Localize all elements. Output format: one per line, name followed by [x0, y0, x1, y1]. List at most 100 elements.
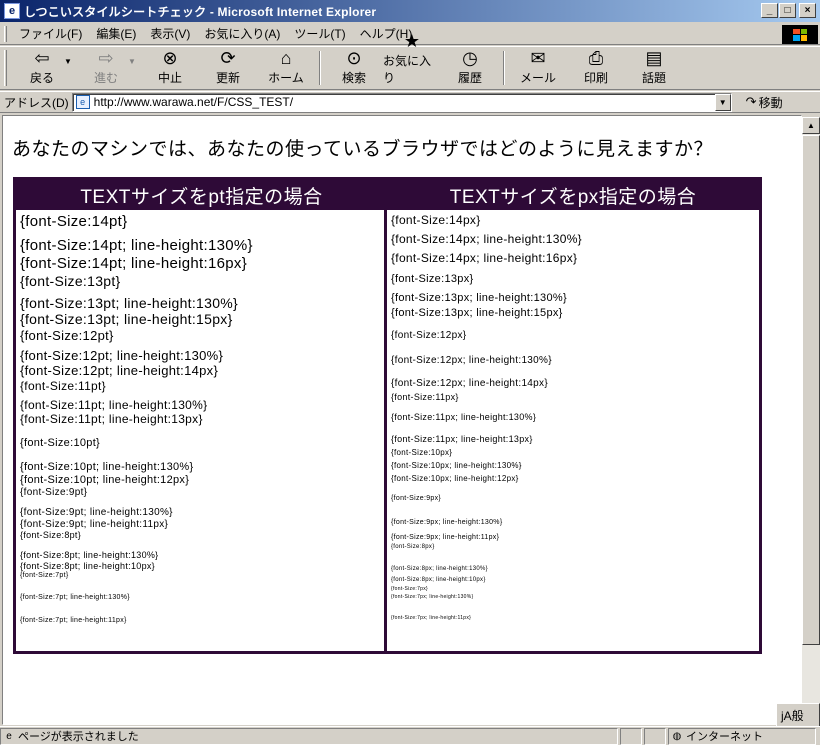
- address-dropdown-icon[interactable]: ▼: [714, 93, 731, 111]
- vertical-scrollbar[interactable]: ▲: [802, 117, 820, 725]
- css-sample-line: {font-Size:10pt; line-height:130%}: [20, 461, 194, 473]
- mail-button[interactable]: ✉ メール: [509, 48, 567, 88]
- css-sample-line: {font-Size:7pt; line-height:130%}: [20, 594, 130, 601]
- css-sample-line: {font-Size:14px; line-height:16px}: [391, 251, 578, 265]
- address-url[interactable]: http://www.warawa.net/F/CSS_TEST/: [94, 95, 293, 109]
- address-label: アドレス(D): [4, 95, 69, 110]
- back-button[interactable]: ⇦ 戻る: [13, 48, 71, 88]
- home-button[interactable]: ⌂ ホーム: [257, 48, 315, 88]
- discuss-button[interactable]: ▤ 話題: [625, 48, 683, 88]
- css-sample-line: {font-Size:9px; line-height:130%}: [391, 519, 503, 526]
- scroll-up-icon[interactable]: ▲: [802, 117, 820, 134]
- window-titlebar[interactable]: e しつこいスタイルシートチェック - Microsoft Internet E…: [0, 0, 820, 22]
- css-sample-line: {font-Size:9pt; line-height:130%}: [20, 507, 173, 518]
- menu-view[interactable]: 表示(V): [144, 25, 196, 43]
- stop-button[interactable]: ⊗ 中止: [141, 48, 199, 88]
- css-sample-line: {font-Size:13px}: [391, 273, 474, 285]
- css-sample-line: {font-Size:12pt; line-height:14px}: [20, 363, 219, 378]
- toolbar-separator: [503, 51, 505, 85]
- favorites-button[interactable]: ★ お気に入り: [383, 31, 441, 88]
- status-cell: [644, 727, 666, 745]
- css-sample-line: {font-Size:8px; line-height:130%}: [391, 566, 488, 572]
- table-header: TEXTサイズをpt指定の場合 TEXTサイズをpx指定の場合: [16, 180, 759, 210]
- toolbar-grip[interactable]: [4, 50, 7, 86]
- menu-edit[interactable]: 編集(E): [90, 25, 142, 43]
- header-px: TEXTサイズをpx指定の場合: [449, 186, 697, 208]
- header-pt: TEXTサイズをpt指定の場合: [80, 186, 323, 208]
- address-input[interactable]: e http://www.warawa.net/F/CSS_TEST/ ▼: [71, 92, 732, 112]
- css-sample-line: {font-Size:9pt; line-height:11px}: [20, 519, 169, 530]
- stop-label: 中止: [157, 71, 182, 85]
- back-arrow-icon: ⇦: [34, 47, 50, 68]
- forward-button[interactable]: ⇨ 進む: [77, 48, 135, 88]
- mail-label: メール: [519, 71, 556, 85]
- history-icon: ◷: [462, 47, 478, 68]
- css-sample-line: {font-Size:14pt; line-height:16px}: [20, 255, 248, 272]
- menu-favorites[interactable]: お気に入り(A): [198, 25, 286, 43]
- css-sample-line: {font-Size:12pt}: [20, 328, 114, 343]
- scroll-thumb[interactable]: [802, 135, 820, 645]
- px-column: {font-Size:14px} {font-Size:14px; line-he…: [387, 210, 759, 651]
- history-label: 履歴: [457, 71, 482, 85]
- css-test-table: TEXTサイズをpt指定の場合 TEXTサイズをpx指定の場合 {font-Si…: [13, 177, 762, 654]
- refresh-label: 更新: [215, 71, 240, 85]
- css-sample-line: {font-Size:14px}: [391, 213, 481, 227]
- css-sample-line: {font-Size:13pt}: [20, 273, 121, 289]
- search-button[interactable]: ⊙ 検索: [325, 48, 383, 88]
- css-sample-line: {font-Size:11pt; line-height:130%}: [20, 398, 208, 412]
- favorites-label: お気に入り: [383, 54, 432, 85]
- menu-grip[interactable]: [4, 25, 7, 42]
- css-sample-line: {font-Size:8pt; line-height:10px}: [20, 561, 155, 571]
- go-button[interactable]: ↷ 移動: [746, 94, 783, 111]
- css-sample-line: {font-Size:11pt; line-height:13px}: [20, 412, 203, 426]
- css-sample-line: {font-Size:10pt; line-height:12px}: [20, 474, 190, 486]
- menu-tools[interactable]: ツール(T): [288, 25, 351, 43]
- search-icon: ⊙: [346, 47, 362, 68]
- css-sample-line: {font-Size:14px; line-height:130%}: [391, 232, 582, 246]
- css-sample-line: {font-Size:7pt}: [20, 572, 69, 579]
- ime-language-bar[interactable]: jA般: [776, 703, 820, 727]
- css-sample-line: {font-Size:11px; line-height:13px}: [391, 434, 533, 444]
- menu-file[interactable]: ファイル(F): [13, 25, 88, 43]
- css-sample-line: {font-Size:13px; line-height:15px}: [391, 307, 563, 319]
- address-bar: アドレス(D) e http://www.warawa.net/F/CSS_TE…: [0, 91, 820, 113]
- history-button[interactable]: ◷ 履歴: [441, 48, 499, 88]
- css-sample-line: {font-Size:10pt}: [20, 437, 101, 449]
- minimize-button[interactable]: _: [761, 3, 778, 18]
- css-sample-line: {font-Size:7px}: [391, 586, 429, 592]
- maximize-button[interactable]: □: [779, 3, 796, 18]
- window-controls: _ □ ×: [760, 3, 816, 18]
- status-bar: e ページが表示されました ◍ インターネット: [0, 726, 820, 745]
- forward-dropdown-icon[interactable]: ▼: [127, 57, 137, 66]
- css-sample-line: {font-Size:11pt}: [20, 379, 106, 393]
- css-sample-line: {font-Size:11px}: [391, 392, 459, 402]
- css-sample-line: {font-Size:8px}: [391, 544, 435, 550]
- css-sample-line: {font-Size:7px; line-height:130%}: [391, 594, 474, 600]
- status-cell: [620, 727, 642, 745]
- css-sample-line: {font-Size:12px}: [391, 330, 467, 341]
- css-sample-line: {font-Size:7px; line-height:11px}: [391, 615, 472, 621]
- css-sample-line: {font-Size:10px}: [391, 448, 453, 457]
- go-arrow-icon: ↷: [745, 94, 757, 109]
- home-label: ホーム: [268, 71, 304, 85]
- css-sample-line: {font-Size:13pt; line-height:130%}: [20, 295, 239, 311]
- page-icon: e: [75, 95, 90, 109]
- standard-toolbar: ⇦ 戻る ▼ ⇨ 進む ▼ ⊗ 中止 ⟳ 更新 ⌂ ホーム ⊙ 検索 ★ お気に…: [0, 31, 820, 90]
- forward-arrow-icon: ⇨: [98, 47, 114, 68]
- print-button[interactable]: ⎙ 印刷: [567, 48, 625, 88]
- back-dropdown-icon[interactable]: ▼: [63, 57, 73, 66]
- css-sample-line: {font-Size:14pt; line-height:130%}: [20, 237, 253, 254]
- search-label: 検索: [341, 71, 366, 85]
- refresh-button[interactable]: ⟳ 更新: [199, 48, 257, 88]
- ie-app-icon[interactable]: e: [4, 3, 20, 19]
- refresh-icon: ⟳: [220, 47, 236, 68]
- internet-globe-icon: ◍: [672, 730, 682, 742]
- back-label: 戻る: [29, 71, 54, 85]
- window-title: しつこいスタイルシートチェック - Microsoft Internet Exp…: [24, 4, 377, 19]
- css-sample-line: {font-Size:12px; line-height:14px}: [391, 378, 548, 389]
- css-sample-line: {font-Size:11px; line-height:130%}: [391, 412, 537, 422]
- page-heading: あなたのマシンでは、あなたの使っているブラウザではどのように見えますか？: [12, 139, 714, 160]
- close-button[interactable]: ×: [799, 3, 816, 18]
- print-label: 印刷: [583, 71, 608, 85]
- css-sample-line: {font-Size:10px; line-height:12px}: [391, 474, 519, 483]
